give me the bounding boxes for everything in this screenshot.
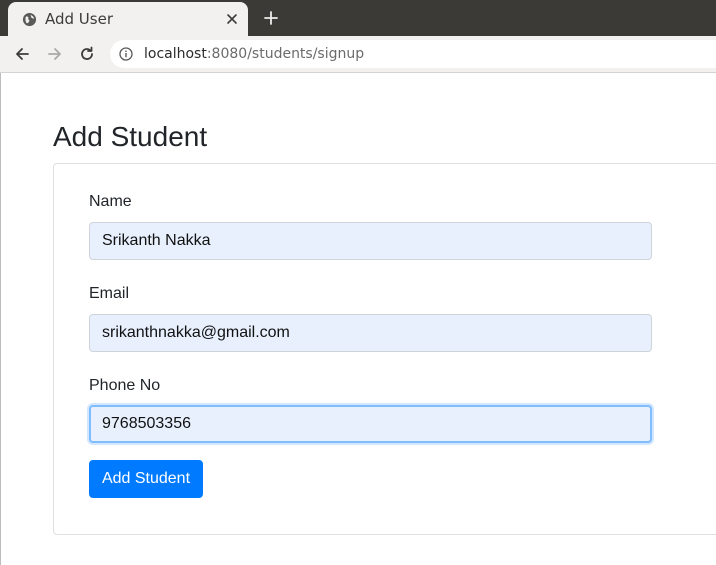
email-label: Email [89, 285, 130, 302]
url-host: localhost [144, 46, 207, 62]
address-url[interactable]: localhost:8080/students/signup [144, 46, 364, 62]
browser-titlebar: Add User [0, 0, 716, 36]
page-edge-divider [0, 73, 1, 565]
tab-title: Add User [45, 10, 113, 28]
forward-arrow-icon[interactable] [46, 45, 64, 63]
close-icon[interactable] [224, 11, 240, 27]
browser-toolbar: localhost:8080/students/signup [0, 36, 716, 73]
name-label: Name [89, 193, 132, 210]
add-student-button[interactable]: Add Student [89, 460, 203, 498]
globe-icon [22, 12, 37, 27]
plus-icon[interactable] [262, 9, 280, 27]
name-input[interactable] [89, 222, 652, 260]
info-icon[interactable] [119, 47, 133, 61]
browser-tab[interactable]: Add User [8, 2, 248, 36]
email-input[interactable] [89, 314, 652, 352]
address-bar[interactable]: localhost:8080/students/signup [110, 40, 716, 68]
phone-label: Phone No [89, 377, 161, 394]
back-arrow-icon[interactable] [13, 45, 31, 63]
url-path: :8080/students/signup [206, 46, 365, 62]
reload-icon[interactable] [78, 45, 96, 63]
page-title: Add Student [53, 121, 208, 152]
phone-input[interactable] [89, 405, 652, 443]
